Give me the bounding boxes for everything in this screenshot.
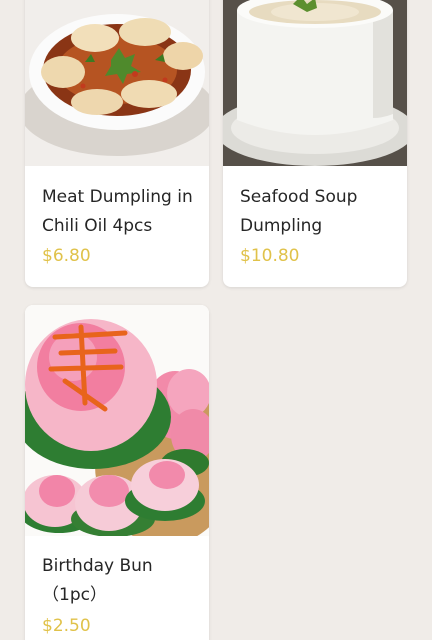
menu-item-card[interactable]: Meat Dumpling in Chili Oil 4pcs $6.80	[25, 0, 209, 287]
menu-item-card[interactable]: Seafood Soup Dumpling $10.80	[223, 0, 407, 287]
soup-dumpling-bowl-photo	[223, 0, 407, 166]
item-price: $2.50	[42, 616, 91, 636]
menu-item-card[interactable]: Birthday Bun （1pc） $2.50	[25, 305, 209, 640]
item-price: $6.80	[42, 246, 91, 266]
menu-grid: Meat Dumpling in Chili Oil 4pcs $6.80 Se…	[0, 0, 432, 640]
peach-birthday-buns-photo	[25, 305, 209, 536]
item-name: Seafood Soup Dumpling	[240, 187, 358, 236]
item-name: Birthday Bun （1pc）	[42, 556, 153, 605]
item-price: $10.80	[240, 246, 300, 266]
item-name: Meat Dumpling in Chili Oil 4pcs	[42, 187, 193, 236]
dumplings-in-chili-oil-photo	[25, 0, 209, 166]
